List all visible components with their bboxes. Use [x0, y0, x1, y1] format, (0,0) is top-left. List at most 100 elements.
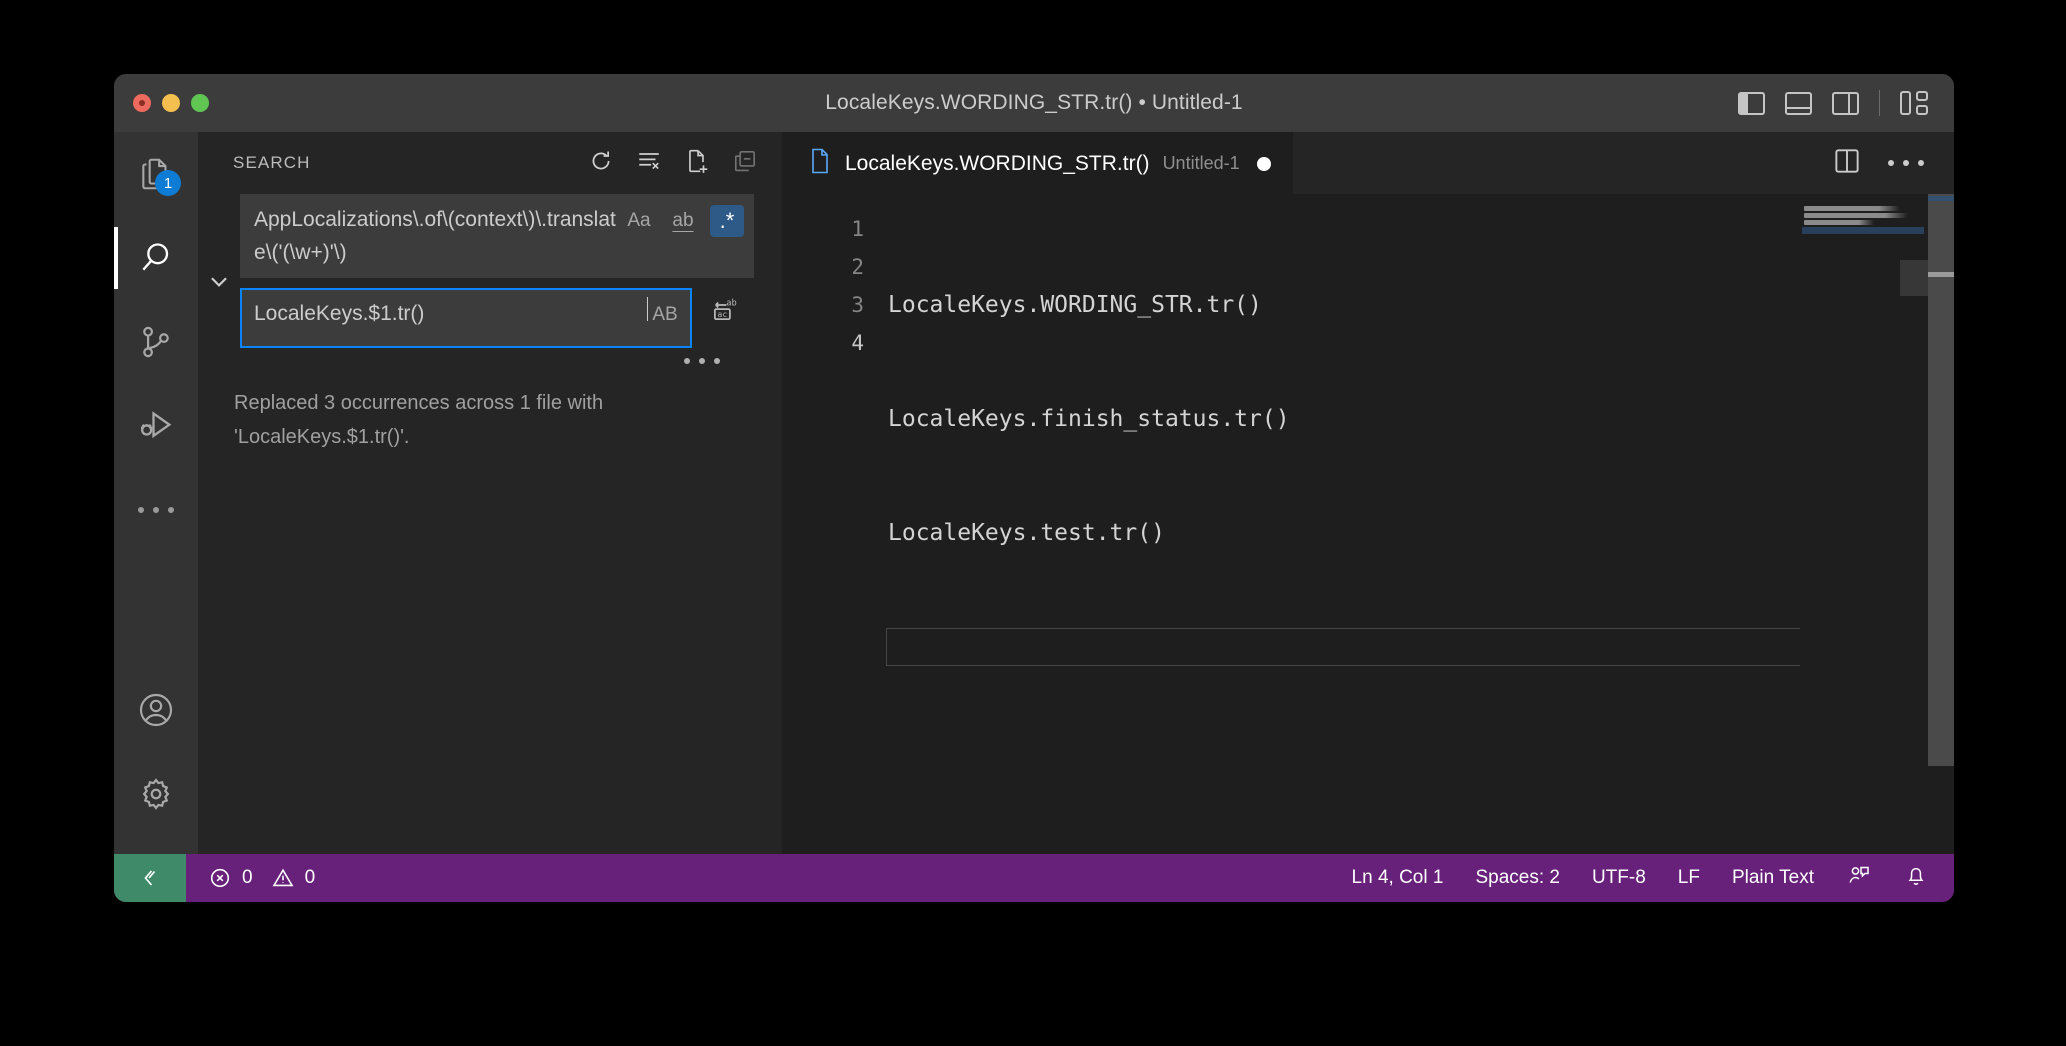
search-options: Aa ab .* [622, 203, 744, 237]
minimize-window-button[interactable] [162, 94, 180, 112]
toggle-primary-sidebar-icon[interactable] [1738, 91, 1765, 115]
window-title: LocaleKeys.WORDING_STR.tr() • Untitled-1 [825, 91, 1243, 114]
customize-layout-icon[interactable] [1900, 91, 1928, 115]
sidebar-actions [588, 148, 758, 179]
collapse-all-icon[interactable] [732, 148, 758, 179]
line-number: 2 [851, 255, 864, 279]
replace-all-column: ab ac [692, 288, 754, 331]
account-icon [139, 693, 173, 727]
file-icon [808, 147, 832, 180]
status-eol[interactable]: LF [1678, 867, 1700, 889]
source-control-icon [143, 326, 169, 358]
notifications-bell-icon[interactable] [1904, 863, 1928, 893]
replace-input-value: LocaleKeys.$1.tr() [254, 302, 425, 325]
sidebar-item-source-control[interactable] [114, 300, 198, 384]
ellipsis-icon [138, 507, 174, 513]
sidebar-header: SEARCH [198, 132, 782, 194]
split-editor-icon[interactable] [1832, 148, 1862, 179]
replace-row: LocaleKeys.$1.tr() AB ab ac [240, 288, 754, 348]
remote-icon [144, 870, 156, 886]
toggle-replace-button[interactable] [198, 194, 240, 364]
minimap-line [1804, 220, 1874, 225]
search-widget: AppLocalizations\.of\(context\)\.transla… [198, 194, 782, 364]
tab-description: Untitled-1 [1162, 153, 1240, 173]
line-number: 3 [851, 293, 864, 317]
title-bar: LocaleKeys.WORDING_STR.tr() • Untitled-1 [114, 74, 1954, 132]
tab-label: LocaleKeys.WORDING_STR.tr() [845, 151, 1150, 175]
divider [1879, 90, 1880, 116]
toggle-secondary-sidebar-icon[interactable] [1832, 91, 1859, 115]
sidebar-item-manage[interactable] [114, 752, 198, 836]
error-icon [210, 868, 230, 888]
new-file-icon[interactable] [684, 148, 710, 179]
preserve-case-toggle[interactable]: AB [648, 299, 682, 331]
editor-tab-actions [1832, 132, 1954, 194]
editor-body[interactable]: 1 2 3 4 LocaleKeys.WORDING_STR.tr() Loca… [782, 194, 1954, 854]
search-icon [142, 243, 169, 271]
match-case-toggle[interactable]: Aa [622, 205, 656, 237]
zoom-window-button[interactable] [191, 94, 209, 112]
line-number: 4 [851, 331, 864, 355]
code-line: LocaleKeys.WORDING_STR.tr() [888, 292, 1262, 318]
sidebar-item-additional-views[interactable] [114, 468, 198, 552]
line-number: 1 [851, 217, 864, 241]
editor-tabs-bar: LocaleKeys.WORDING_STR.tr() Untitled-1 [782, 132, 1954, 194]
window-traffic-lights [114, 94, 209, 112]
feedback-icon[interactable] [1846, 863, 1872, 893]
scrollbar-thumb[interactable] [1928, 194, 1954, 766]
code-line: LocaleKeys.test.tr() [888, 520, 1165, 546]
search-input[interactable]: AppLocalizations\.of\(context\)\.transla… [240, 194, 754, 278]
explorer-badge: 1 [155, 170, 181, 196]
tab-dirty-indicator[interactable] [1256, 156, 1271, 171]
code-line-active [886, 628, 1822, 666]
status-bar: 0 0 Ln 4, Col 1 Spaces: 2 UTF-8 LF Plain… [114, 854, 1954, 902]
use-regex-toggle[interactable]: .* [710, 205, 744, 237]
sidebar-item-run-debug[interactable] [114, 384, 198, 468]
code-content[interactable]: LocaleKeys.WORDING_STR.tr() LocaleKeys.f… [886, 194, 1954, 854]
clear-all-icon[interactable] [636, 148, 662, 179]
warning-icon [272, 868, 293, 887]
refresh-icon[interactable] [588, 148, 614, 179]
svg-text:ab: ab [726, 298, 737, 308]
search-result-message: Replaced 3 occurrences across 1 file wit… [234, 392, 604, 448]
layout-controls [1738, 90, 1954, 116]
replace-all-icon[interactable]: ab ac [708, 296, 738, 331]
minimap-line [1804, 213, 1908, 218]
minimap-slider[interactable] [1900, 260, 1928, 296]
editor-minimap[interactable] [1800, 194, 1928, 854]
chevron-down-icon [211, 277, 227, 287]
close-window-button[interactable] [133, 94, 151, 112]
line-number-gutter: 1 2 3 4 [782, 194, 886, 854]
sidebar-item-explorer[interactable]: 1 [114, 132, 198, 216]
svg-text:ac: ac [718, 310, 728, 319]
status-indentation[interactable]: Spaces: 2 [1475, 867, 1560, 889]
error-count: 0 [242, 867, 253, 888]
minimap-cursor-line [1802, 227, 1924, 234]
scrollbar-overview-marker [1928, 272, 1954, 277]
status-editor-position[interactable]: Ln 4, Col 1 [1352, 867, 1444, 889]
field-gap [240, 278, 754, 288]
editor-vertical-scrollbar[interactable] [1928, 194, 1954, 854]
run-debug-icon [141, 411, 172, 439]
more-actions-icon[interactable] [1888, 160, 1924, 166]
activity-bar: 1 [114, 132, 198, 854]
status-encoding[interactable]: UTF-8 [1592, 867, 1646, 889]
code-line: LocaleKeys.finish_status.tr() [888, 406, 1290, 432]
editor-tab[interactable]: LocaleKeys.WORDING_STR.tr() Untitled-1 [782, 132, 1293, 194]
sidebar-title: SEARCH [233, 153, 311, 172]
sidebar-item-accounts[interactable] [114, 668, 198, 752]
replace-options: AB [648, 297, 682, 331]
search-input-value: AppLocalizations\.of\(context\)\.transla… [254, 208, 616, 264]
status-language-mode[interactable]: Plain Text [1732, 867, 1814, 889]
toggle-panel-icon[interactable] [1785, 91, 1812, 115]
sidebar-item-search[interactable] [114, 216, 198, 300]
replace-input[interactable]: LocaleKeys.$1.tr() AB [240, 288, 692, 348]
match-whole-word-toggle[interactable]: ab [666, 205, 700, 237]
remote-window-indicator[interactable] [114, 854, 186, 902]
gear-icon [142, 778, 170, 810]
toggle-search-details-button[interactable] [240, 348, 754, 364]
status-right-group: Ln 4, Col 1 Spaces: 2 UTF-8 LF Plain Tex… [1352, 863, 1954, 893]
status-problems[interactable]: 0 0 [186, 866, 315, 890]
tabs-empty-space [1292, 132, 1832, 194]
warning-count: 0 [304, 867, 316, 888]
